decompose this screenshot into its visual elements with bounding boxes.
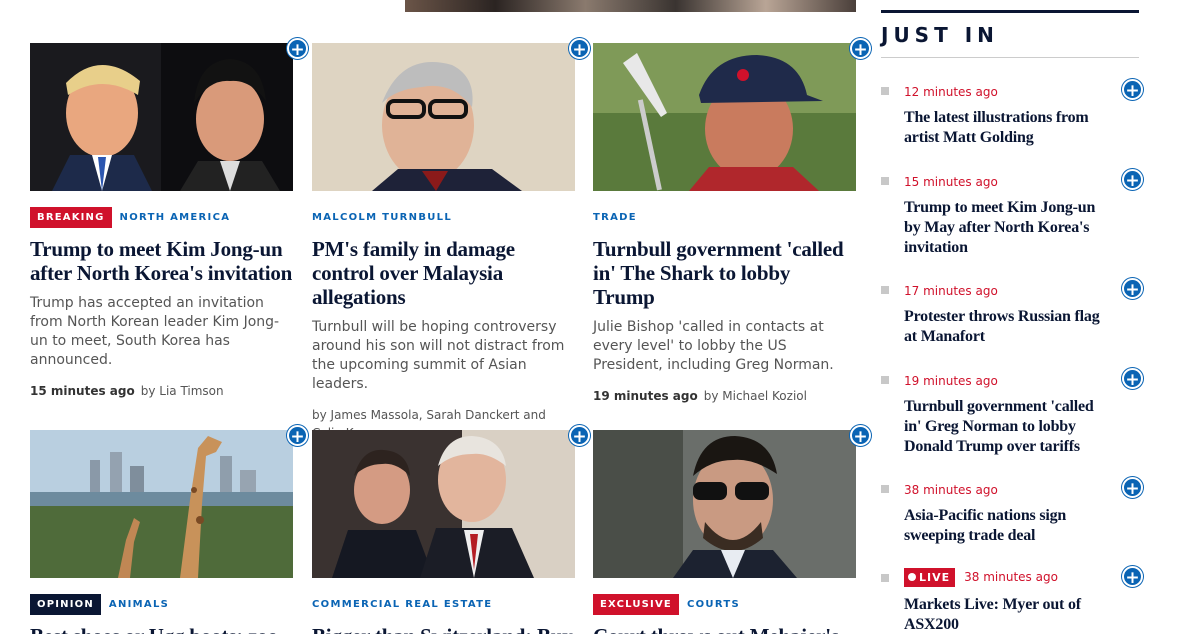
story-image[interactable] — [593, 43, 856, 191]
story-byline-row: 15 minutes ago by Lia Timson — [30, 382, 293, 400]
story-byline-row: 19 minutes ago by Michael Koziol — [593, 387, 856, 405]
add-story-plus-icon[interactable]: + — [1122, 477, 1143, 499]
story-summary: Julie Bishop 'called in contacts at ever… — [593, 319, 834, 373]
live-label: LIVE — [919, 570, 951, 584]
square-bullet-icon — [881, 286, 889, 294]
story-image[interactable] — [312, 43, 575, 191]
just-in-headline[interactable]: Trump to meet Kim Jong-un by May after N… — [904, 198, 1114, 258]
just-in-time: 12 minutes ago — [904, 85, 998, 99]
square-bullet-icon — [881, 87, 889, 95]
add-story-plus-icon[interactable]: + — [569, 38, 590, 60]
story-card: + BREAKING NORTH AMERICA Trump to meet K… — [30, 38, 308, 400]
add-story-plus-icon[interactable]: + — [1122, 566, 1143, 588]
story-byline[interactable]: by Lia Timson — [141, 384, 224, 398]
story-image[interactable] — [30, 430, 293, 578]
story-headline[interactable]: Trump to meet Kim Jong-un after North Ko… — [30, 237, 293, 285]
square-bullet-icon — [881, 574, 889, 582]
story-card: + OPINION ANIMALS Best shoes or Ugg boot… — [30, 425, 308, 634]
square-bullet-icon — [881, 376, 889, 384]
story-headline[interactable]: Best shoes or Ugg boots: zoo — [30, 624, 293, 634]
story-headline[interactable]: PM's family in damage control over Malay… — [312, 237, 575, 309]
story-badge[interactable]: EXCLUSIVE — [593, 593, 679, 615]
story-headline[interactable]: Turnbull government 'called in' The Shar… — [593, 237, 856, 309]
story-image[interactable] — [30, 43, 293, 191]
just-in-time: 19 minutes ago — [904, 374, 998, 388]
story-category-link[interactable]: COMMERCIAL REAL ESTATE — [312, 599, 492, 610]
story-summary: Trump has accepted an invitation from No… — [30, 295, 280, 368]
story-time: 15 minutes ago — [30, 384, 135, 398]
just-in-time: 38 minutes ago — [964, 570, 1058, 584]
story-byline[interactable]: by Michael Koziol — [704, 389, 807, 403]
story-badge[interactable]: BREAKING — [30, 206, 112, 228]
add-story-plus-icon[interactable]: + — [1122, 169, 1143, 191]
live-badge[interactable]: LIVE — [904, 567, 956, 587]
story-category-link[interactable]: ANIMALS — [109, 599, 169, 610]
story-category-link[interactable]: COURTS — [687, 599, 740, 610]
just-in-time: 17 minutes ago — [904, 284, 998, 298]
just-in-time: 15 minutes ago — [904, 175, 998, 189]
story-card: + COMMERCIAL REAL ESTATE Bigger than Swi… — [312, 425, 590, 634]
add-story-plus-icon[interactable]: + — [1122, 368, 1143, 390]
story-badge[interactable]: OPINION — [30, 593, 101, 615]
just-in-headline[interactable]: The latest illustrations from artist Mat… — [904, 108, 1114, 148]
story-image[interactable] — [312, 430, 575, 578]
just-in-headline[interactable]: Turnbull government 'called in' Greg Nor… — [904, 397, 1114, 457]
just-in-headline[interactable]: Markets Live: Myer out of ASX200 — [904, 595, 1114, 634]
story-headline[interactable]: Bigger than Switzerland: Buy — [312, 624, 575, 634]
story-image[interactable] — [593, 430, 856, 578]
top-story-image-strip[interactable] — [405, 0, 856, 12]
square-bullet-icon — [881, 177, 889, 185]
story-card: + MALCOLM TURNBULL PM's family in damage… — [312, 38, 590, 442]
story-category-link[interactable]: NORTH AMERICA — [120, 212, 231, 223]
add-story-plus-icon[interactable]: + — [569, 425, 590, 447]
story-category-link[interactable]: TRADE — [593, 212, 637, 223]
add-story-plus-icon[interactable]: + — [1122, 278, 1143, 300]
add-story-plus-icon[interactable]: + — [287, 38, 308, 60]
add-story-plus-icon[interactable]: + — [850, 38, 871, 60]
just-in-list: 12 minutes ago The latest illustrations … — [881, 0, 1151, 634]
add-story-plus-icon[interactable]: + — [287, 425, 308, 447]
just-in-headline[interactable]: Asia-Pacific nations sign sweeping trade… — [904, 506, 1114, 546]
story-headline[interactable]: Court throws out Mehajer's — [593, 624, 856, 634]
add-story-plus-icon[interactable]: + — [1122, 79, 1143, 101]
just-in-time: 38 minutes ago — [904, 483, 998, 497]
story-card: + TRADE Turnbull government 'called in' … — [593, 38, 871, 405]
story-category-link[interactable]: MALCOLM TURNBULL — [312, 212, 452, 223]
story-time: 19 minutes ago — [593, 389, 698, 403]
square-bullet-icon — [881, 485, 889, 493]
add-story-plus-icon[interactable]: + — [850, 425, 871, 447]
live-dot-icon — [908, 573, 916, 581]
story-card: + EXCLUSIVE COURTS Court throws out Meha… — [593, 425, 871, 634]
just-in-headline[interactable]: Protester throws Russian flag at Manafor… — [904, 307, 1114, 347]
story-summary: Turnbull will be hoping controversy arou… — [312, 319, 565, 392]
